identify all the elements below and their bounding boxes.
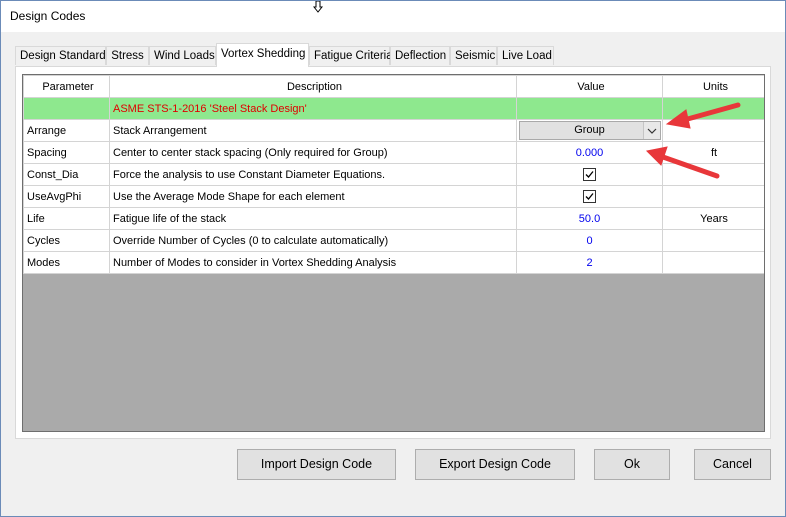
- export-design-code-button[interactable]: Export Design Code: [415, 449, 575, 480]
- move-cursor-icon: [313, 1, 323, 13]
- parameters-grid: Parameter Description Value Units ASME S…: [22, 74, 765, 432]
- header-description: Description: [109, 75, 517, 98]
- title-bar: Design Codes: [1, 1, 785, 32]
- ok-button[interactable]: Ok: [594, 449, 670, 480]
- table-row[interactable]: Const_Dia Force the analysis to use Cons…: [23, 163, 764, 186]
- table-row[interactable]: Arrange Stack Arrangement Group: [23, 119, 764, 142]
- parameters-table: Parameter Description Value Units ASME S…: [23, 75, 764, 274]
- use-avg-phi-checkbox[interactable]: [583, 190, 596, 203]
- description-cell: Number of Modes to consider in Vortex Sh…: [109, 251, 517, 274]
- table-row[interactable]: Modes Number of Modes to consider in Vor…: [23, 251, 764, 274]
- checkmark-icon: [585, 171, 594, 178]
- description-cell: Fatigue life of the stack: [109, 207, 517, 230]
- tab-design-standard[interactable]: Design Standard: [15, 46, 106, 65]
- param-cell: Spacing: [23, 141, 110, 164]
- window-title: Design Codes: [10, 9, 86, 23]
- tab-panel: Parameter Description Value Units ASME S…: [15, 66, 771, 439]
- cycles-value[interactable]: 0: [516, 229, 663, 252]
- table-row[interactable]: Spacing Center to center stack spacing (…: [23, 141, 764, 164]
- description-cell: Force the analysis to use Constant Diame…: [109, 163, 517, 186]
- description-cell: Stack Arrangement: [109, 119, 517, 142]
- arrange-dropdown[interactable]: Group: [518, 121, 661, 140]
- units-cell: [662, 119, 764, 142]
- param-cell: UseAvgPhi: [23, 185, 110, 208]
- header-parameter: Parameter: [23, 75, 110, 98]
- tab-live-load[interactable]: Live Load: [497, 46, 554, 65]
- param-cell: Modes: [23, 251, 110, 274]
- table-row[interactable]: UseAvgPhi Use the Average Mode Shape for…: [23, 185, 764, 208]
- arrange-dropdown-value: Group: [574, 124, 605, 136]
- table-row[interactable]: Life Fatigue life of the stack 50.0 Year…: [23, 207, 764, 230]
- table-row[interactable]: Cycles Override Number of Cycles (0 to c…: [23, 229, 764, 252]
- param-cell: Life: [23, 207, 110, 230]
- checkmark-icon: [585, 193, 594, 200]
- banner-row: ASME STS-1-2016 'Steel Stack Design': [23, 97, 764, 120]
- tab-fatigue-criteria[interactable]: Fatigue Criteria: [309, 46, 393, 65]
- param-cell: Arrange: [23, 119, 110, 142]
- header-row: Parameter Description Value Units: [23, 75, 764, 98]
- spacing-value[interactable]: 0.000: [516, 141, 663, 164]
- header-value: Value: [516, 75, 663, 98]
- design-codes-window: Design Codes Design Standard Stress Wind…: [0, 0, 786, 517]
- const-dia-checkbox[interactable]: [583, 168, 596, 181]
- cancel-button[interactable]: Cancel: [694, 449, 771, 480]
- tab-deflection[interactable]: Deflection: [390, 46, 450, 65]
- description-cell: Override Number of Cycles (0 to calculat…: [109, 229, 517, 252]
- units-cell: [662, 251, 764, 274]
- code-banner: ASME STS-1-2016 'Steel Stack Design': [109, 97, 517, 120]
- tab-wind-loads[interactable]: Wind Loads: [149, 46, 216, 65]
- import-design-code-button[interactable]: Import Design Code: [237, 449, 396, 480]
- param-cell: Cycles: [23, 229, 110, 252]
- description-cell: Center to center stack spacing (Only req…: [109, 141, 517, 164]
- tab-stress[interactable]: Stress: [106, 46, 149, 65]
- description-cell: Use the Average Mode Shape for each elem…: [109, 185, 517, 208]
- chevron-down-icon[interactable]: [644, 122, 660, 139]
- tab-vortex-shedding[interactable]: Vortex Shedding: [216, 43, 309, 67]
- life-value[interactable]: 50.0: [516, 207, 663, 230]
- header-units: Units: [662, 75, 764, 98]
- units-cell: [662, 185, 764, 208]
- param-cell: Const_Dia: [23, 163, 110, 186]
- modes-value[interactable]: 2: [516, 251, 663, 274]
- tab-seismic[interactable]: Seismic: [450, 46, 497, 65]
- units-cell: Years: [662, 207, 764, 230]
- units-cell: ft: [662, 141, 764, 164]
- units-cell: [662, 229, 764, 252]
- units-cell: [662, 163, 764, 186]
